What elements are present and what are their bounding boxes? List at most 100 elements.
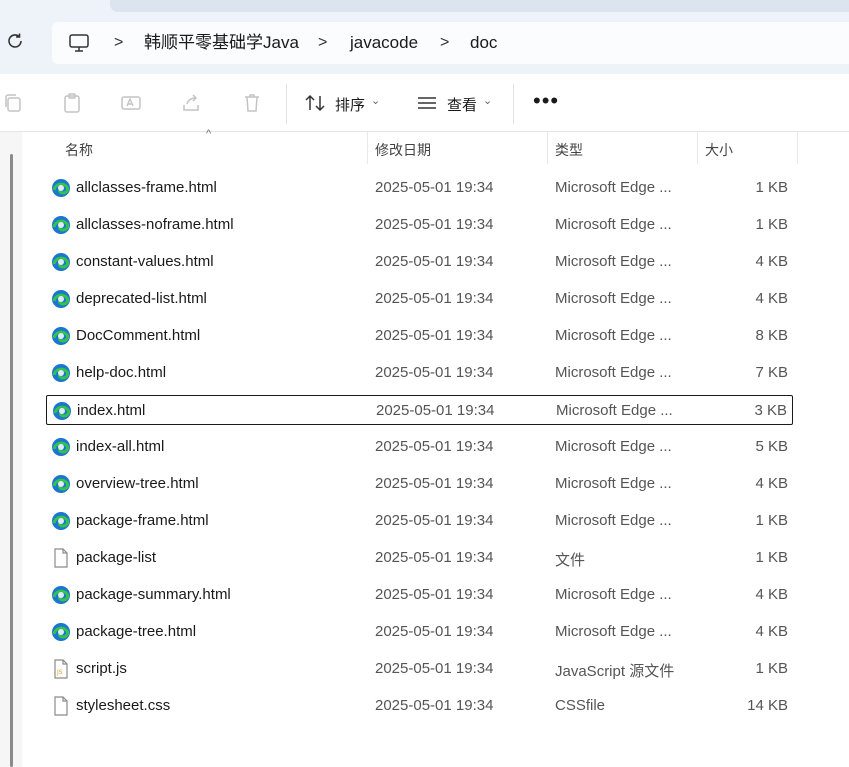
file-row[interactable]: help-doc.html 2025-05-01 19:34 Microsoft E… xyxy=(46,358,793,388)
scrollbar[interactable] xyxy=(10,154,13,767)
edge-icon xyxy=(51,215,71,235)
file-name[interactable]: stylesheet.css xyxy=(76,697,170,714)
edge-icon xyxy=(51,289,71,309)
file-type: Microsoft Edge ... xyxy=(555,327,672,344)
file-name[interactable]: DocComment.html xyxy=(76,327,200,344)
column-header-type[interactable]: 类型 xyxy=(555,140,583,160)
file-type: Microsoft Edge ... xyxy=(555,512,672,529)
column-divider[interactable] xyxy=(697,132,698,164)
view-icon[interactable] xyxy=(416,92,438,114)
file-row[interactable]: constant-values.html 2025-05-01 19:34 Micr… xyxy=(46,247,793,277)
edge-icon xyxy=(51,363,71,383)
file-name[interactable]: help-doc.html xyxy=(76,364,166,381)
file-size: 5 KB xyxy=(755,438,788,455)
file-size: 7 KB xyxy=(755,364,788,381)
file-date: 2025-05-01 19:34 xyxy=(375,216,494,233)
file-date: 2025-05-01 19:34 xyxy=(375,475,494,492)
file-row[interactable]: JS script.js 2025-05-01 19:34 JavaScript 源文… xyxy=(46,654,793,684)
column-divider[interactable] xyxy=(797,132,798,164)
breadcrumb-item[interactable]: 韩顺平零基础学Java xyxy=(144,22,299,64)
file-type: Microsoft Edge ... xyxy=(555,290,672,307)
view-button[interactable]: 查看 xyxy=(447,94,477,115)
toolbar-separator xyxy=(513,84,514,124)
chevron-down-icon: ⌄ xyxy=(371,95,381,107)
file-name[interactable]: package-tree.html xyxy=(76,623,196,640)
file-row[interactable]: stylesheet.css 2025-05-01 19:34 CSSfile 14 … xyxy=(46,691,793,721)
file-type: 文件 xyxy=(555,552,586,569)
file-row[interactable]: index.html 2025-05-01 19:34 Microsoft Edge… xyxy=(46,395,793,425)
column-divider[interactable] xyxy=(547,132,548,164)
file-row[interactable]: package-frame.html 2025-05-01 19:34 Micros… xyxy=(46,506,793,536)
file-name[interactable]: package-frame.html xyxy=(76,512,209,529)
file-row[interactable]: overview-tree.html 2025-05-01 19:34 Micros… xyxy=(46,469,793,499)
file-date: 2025-05-01 19:34 xyxy=(375,253,494,270)
refresh-icon[interactable] xyxy=(4,30,26,52)
blank-file-icon xyxy=(51,696,71,716)
file-name[interactable]: allclasses-frame.html xyxy=(76,179,217,196)
file-date: 2025-05-01 19:34 xyxy=(375,623,494,640)
breadcrumb-item[interactable]: doc xyxy=(470,22,497,64)
file-name[interactable]: package-list xyxy=(76,549,156,566)
column-header-size[interactable]: 大小 xyxy=(705,140,733,160)
edge-icon xyxy=(51,585,71,605)
edge-icon xyxy=(51,178,71,198)
edge-icon xyxy=(51,437,71,457)
file-date: 2025-05-01 19:34 xyxy=(375,179,494,196)
file-explorer-window: > 韩顺平零基础学Java > javacode > doc 排序 ⌄ 查看 ⌄… xyxy=(0,0,849,767)
delete-icon[interactable] xyxy=(241,92,263,114)
share-icon[interactable] xyxy=(180,92,202,114)
copy-icon[interactable] xyxy=(2,92,24,114)
more-options-button[interactable]: ••• xyxy=(533,88,559,114)
tab-strip xyxy=(110,0,849,12)
svg-text:JS: JS xyxy=(56,669,63,676)
file-type: CSSfile xyxy=(555,697,606,714)
file-name[interactable]: allclasses-noframe.html xyxy=(76,216,234,233)
sort-icon[interactable] xyxy=(304,92,326,114)
column-header-name[interactable]: 名称 xyxy=(65,140,93,160)
blank-file-icon xyxy=(51,548,71,568)
file-size: 1 KB xyxy=(755,512,788,529)
sort-button[interactable]: 排序 xyxy=(335,94,365,115)
paste-icon[interactable] xyxy=(61,92,83,114)
column-header-row: ^ 名称 修改日期 类型 大小 xyxy=(48,128,798,164)
file-row[interactable]: deprecated-list.html 2025-05-01 19:34 Micr… xyxy=(46,284,793,314)
edge-icon xyxy=(51,622,71,642)
breadcrumb-item[interactable]: javacode xyxy=(350,22,418,64)
column-divider[interactable] xyxy=(367,132,368,164)
chevron-right-icon: > xyxy=(114,34,124,51)
file-name[interactable]: overview-tree.html xyxy=(76,475,199,492)
file-date: 2025-05-01 19:34 xyxy=(376,402,495,419)
file-row[interactable]: package-tree.html 2025-05-01 19:34 Microso… xyxy=(46,617,793,647)
file-type: Microsoft Edge ... xyxy=(555,438,672,455)
file-name[interactable]: script.js xyxy=(76,660,127,677)
file-date: 2025-05-01 19:34 xyxy=(375,697,494,714)
navigation-pane-edge xyxy=(0,132,22,767)
file-row[interactable]: allclasses-frame.html 2025-05-01 19:34 Mic… xyxy=(46,173,793,203)
file-date: 2025-05-01 19:34 xyxy=(375,364,494,381)
file-name[interactable]: package-summary.html xyxy=(76,586,231,603)
file-name[interactable]: index-all.html xyxy=(76,438,164,455)
rename-icon[interactable] xyxy=(120,92,142,114)
file-name[interactable]: constant-values.html xyxy=(76,253,214,270)
file-row[interactable]: allclasses-noframe.html 2025-05-01 19:34 M… xyxy=(46,210,793,240)
file-row[interactable]: package-list 2025-05-01 19:34 文件 1 KB xyxy=(46,543,793,573)
file-size: 3 KB xyxy=(754,402,787,419)
column-header-date[interactable]: 修改日期 xyxy=(375,140,431,160)
edge-icon xyxy=(51,474,71,494)
file-type: Microsoft Edge ... xyxy=(555,179,672,196)
file-row[interactable]: DocComment.html 2025-05-01 19:34 Microsoft… xyxy=(46,321,793,351)
file-row[interactable]: package-summary.html 2025-05-01 19:34 Micr… xyxy=(46,580,793,610)
edge-icon xyxy=(51,511,71,531)
file-name[interactable]: index.html xyxy=(77,402,145,419)
file-size: 8 KB xyxy=(755,327,788,344)
chevron-down-icon: ⌄ xyxy=(483,95,493,107)
this-pc-icon[interactable] xyxy=(68,33,90,53)
file-name[interactable]: deprecated-list.html xyxy=(76,290,207,307)
edge-icon xyxy=(51,252,71,272)
file-date: 2025-05-01 19:34 xyxy=(375,586,494,603)
file-row[interactable]: index-all.html 2025-05-01 19:34 Microsoft … xyxy=(46,432,793,462)
file-date: 2025-05-01 19:34 xyxy=(375,290,494,307)
file-size: 4 KB xyxy=(755,290,788,307)
chevron-right-icon: > xyxy=(440,34,450,51)
address-bar[interactable]: > 韩顺平零基础学Java > javacode > doc xyxy=(52,22,849,64)
